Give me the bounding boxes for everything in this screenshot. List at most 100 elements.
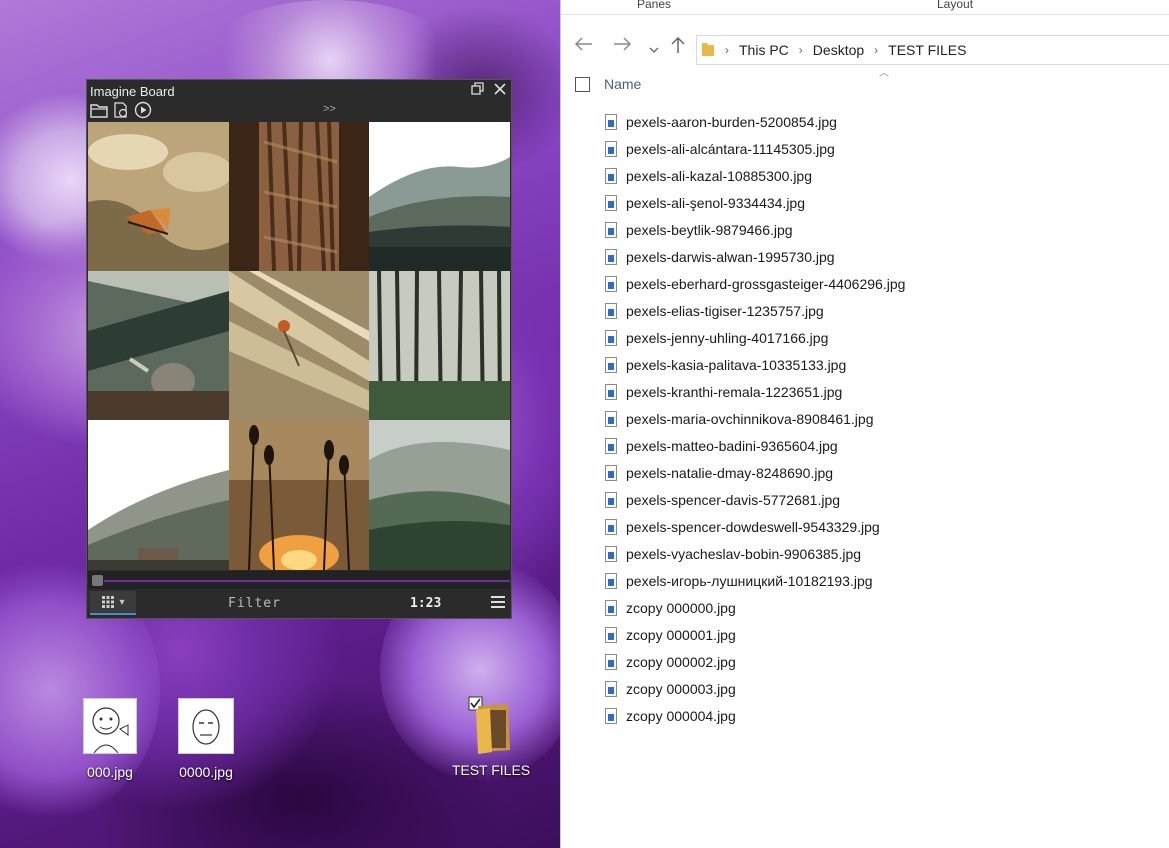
file-name: pexels-aaron-burden-5200854.jpg <box>626 113 837 130</box>
file-explorer-window: Panes Layout › This PC › Desktop › TEST … <box>560 0 1169 848</box>
hamburger-menu-icon[interactable] <box>490 595 506 614</box>
slider-handle[interactable] <box>92 575 103 586</box>
image-file-icon <box>605 491 617 508</box>
file-name: zcopy 000002.jpg <box>626 653 736 670</box>
image-tile[interactable] <box>229 271 369 420</box>
navigation-bar: › This PC › Desktop › TEST FILES <box>561 15 1169 67</box>
sort-ascending-icon: ︿ <box>879 68 889 79</box>
image-file-icon <box>605 464 617 481</box>
breadcrumb-separator-icon: › <box>874 43 879 57</box>
file-name: pexels-beytlik-9879466.jpg <box>626 221 793 238</box>
file-list-item[interactable]: pexels-ali-kazal-10885300.jpg <box>605 162 905 189</box>
breadcrumb-this-pc[interactable]: This PC <box>739 42 789 58</box>
desktop-icon-0000-jpg[interactable]: 0000.jpg <box>168 698 244 780</box>
image-file-icon <box>605 113 617 130</box>
filter-input[interactable]: Filter <box>228 596 281 611</box>
image-thumbnail <box>83 698 137 754</box>
up-arrow-icon[interactable] <box>671 36 685 59</box>
image-tile[interactable] <box>88 271 229 420</box>
file-list-item[interactable]: pexels-elias-tigiser-1235757.jpg <box>605 297 905 324</box>
select-all-checkbox[interactable] <box>575 77 590 92</box>
restore-icon[interactable] <box>471 82 485 99</box>
file-list-item[interactable]: zcopy 000000.jpg <box>605 594 905 621</box>
image-tile[interactable] <box>229 420 369 570</box>
desktop-icon-label: 000.jpg <box>87 764 133 780</box>
image-file-icon <box>605 329 617 346</box>
file-list-item[interactable]: pexels-jenny-uhling-4017166.jpg <box>605 324 905 351</box>
imagine-board-titlebar[interactable]: Imagine Board <box>87 80 511 102</box>
file-name: pexels-ali-alcántara-11145305.jpg <box>626 140 835 157</box>
image-tile[interactable] <box>229 122 369 271</box>
file-list-item[interactable]: pexels-spencer-dowdeswell-9543329.jpg <box>605 513 905 540</box>
slider-track <box>104 580 510 582</box>
playback-slider[interactable] <box>88 571 510 589</box>
image-file-icon <box>605 653 617 670</box>
image-file-icon <box>605 572 617 589</box>
folder-icon <box>468 696 514 754</box>
folder-open-icon[interactable] <box>90 102 108 123</box>
file-list-item[interactable]: pexels-kranthi-remala-1223651.jpg <box>605 378 905 405</box>
recent-locations-chevron-icon[interactable] <box>649 41 659 59</box>
image-file-icon <box>605 707 617 724</box>
breadcrumb-test-files[interactable]: TEST FILES <box>888 42 966 58</box>
breadcrumb-desktop[interactable]: Desktop <box>813 42 864 58</box>
file-name: pexels-maria-ovchinnikova-8908461.jpg <box>626 410 874 427</box>
more-button[interactable]: >> <box>323 103 336 115</box>
image-file-icon <box>605 167 617 184</box>
image-file-icon <box>605 410 617 427</box>
view-mode-button[interactable]: ▾ <box>90 591 136 615</box>
image-file-icon <box>605 302 617 319</box>
file-list-item[interactable]: zcopy 000003.jpg <box>605 675 905 702</box>
image-file-icon <box>605 140 617 157</box>
image-tile[interactable] <box>88 122 229 271</box>
image-file-icon <box>605 626 617 643</box>
file-name: pexels-ali-kazal-10885300.jpg <box>626 167 813 184</box>
file-list-item[interactable]: pexels-natalie-dmay-8248690.jpg <box>605 459 905 486</box>
desktop-icon-000-jpg[interactable]: 000.jpg <box>74 698 146 780</box>
image-tile[interactable] <box>88 420 229 570</box>
imagine-board-window[interactable]: Imagine Board >> ▾ Filter 1:23 <box>86 79 512 619</box>
file-list-item[interactable]: pexels-kasia-palitava-10335133.jpg <box>605 351 905 378</box>
file-list-item[interactable]: pexels-игорь-лушницкий-10182193.jpg <box>605 567 905 594</box>
image-tile[interactable] <box>369 271 510 420</box>
file-name: pexels-kasia-palitava-10335133.jpg <box>626 356 847 373</box>
desktop-background: Imagine Board >> ▾ Filter 1:23 000.jpg 0… <box>0 0 560 848</box>
breadcrumb-separator-icon: › <box>798 43 803 57</box>
desktop-icon-test-files[interactable]: TEST FILES <box>448 696 534 778</box>
file-list-item[interactable]: pexels-ali-şenol-9334434.jpg <box>605 189 905 216</box>
image-file-icon <box>605 221 617 238</box>
ribbon-group-labels: Panes Layout <box>561 0 1169 15</box>
file-list-item[interactable]: pexels-spencer-davis-5772681.jpg <box>605 486 905 513</box>
forward-arrow-icon[interactable] <box>613 37 632 56</box>
file-list-item[interactable]: zcopy 000002.jpg <box>605 648 905 675</box>
file-list-item[interactable]: pexels-vyacheslav-bobin-9906385.jpg <box>605 540 905 567</box>
breadcrumb-separator-icon: › <box>725 43 729 57</box>
imagine-board-toolbar: >> <box>87 101 511 124</box>
ribbon-panes-label: Panes <box>637 0 672 11</box>
file-list-item[interactable]: pexels-matteo-badini-9365604.jpg <box>605 432 905 459</box>
file-name: pexels-spencer-davis-5772681.jpg <box>626 491 841 508</box>
play-icon[interactable] <box>134 101 152 124</box>
file-list-item[interactable]: zcopy 000001.jpg <box>605 621 905 648</box>
file-name: pexels-vyacheslav-bobin-9906385.jpg <box>626 545 862 562</box>
column-name-header[interactable]: Name <box>604 76 641 92</box>
address-bar[interactable]: › This PC › Desktop › TEST FILES <box>696 35 1169 65</box>
file-name: zcopy 000001.jpg <box>626 626 736 643</box>
file-list-item[interactable]: pexels-ali-alcántara-11145305.jpg <box>605 135 905 162</box>
column-header: ︿ Name <box>561 66 1169 100</box>
file-list-item[interactable]: pexels-maria-ovchinnikova-8908461.jpg <box>605 405 905 432</box>
back-arrow-icon[interactable] <box>574 37 593 56</box>
chevron-down-icon: ▾ <box>119 596 125 608</box>
image-tile[interactable] <box>369 122 510 271</box>
file-list-item[interactable]: pexels-aaron-burden-5200854.jpg <box>605 108 905 135</box>
image-tile[interactable] <box>369 420 510 570</box>
ribbon-layout-label: Layout <box>937 0 974 11</box>
file-list-item[interactable]: pexels-eberhard-grossgasteiger-4406296.j… <box>605 270 905 297</box>
file-list-item[interactable]: pexels-beytlik-9879466.jpg <box>605 216 905 243</box>
file-name: pexels-kranthi-remala-1223651.jpg <box>626 383 843 400</box>
close-icon[interactable] <box>493 82 507 99</box>
file-recent-icon[interactable] <box>112 101 130 123</box>
file-list-item[interactable]: pexels-darwis-alwan-1995730.jpg <box>605 243 905 270</box>
file-list-item[interactable]: zcopy 000004.jpg <box>605 702 905 729</box>
file-name: pexels-eberhard-grossgasteiger-4406296.j… <box>626 275 906 292</box>
